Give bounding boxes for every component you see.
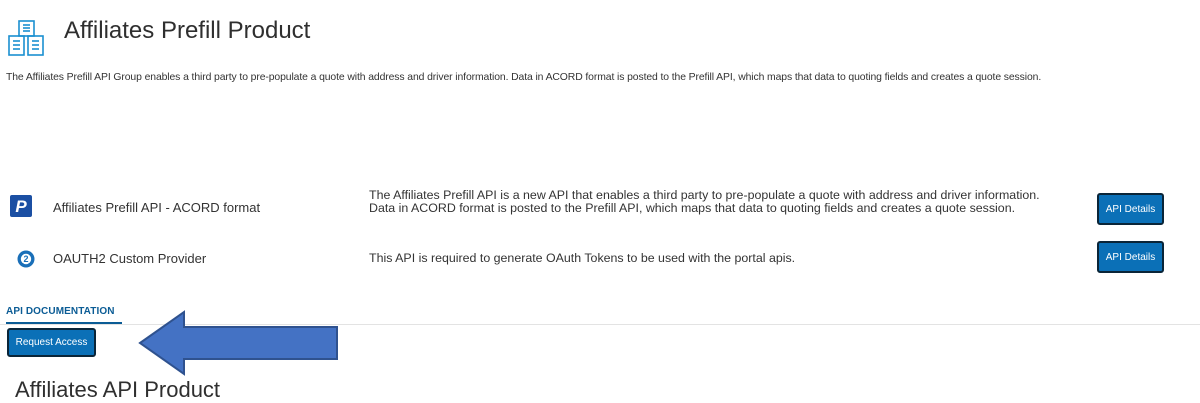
svg-text:P: P <box>15 197 27 216</box>
api-details-button[interactable]: API Details <box>1097 193 1164 225</box>
api-name[interactable]: OAUTH2 Custom Provider <box>53 251 206 266</box>
request-access-button[interactable]: Request Access <box>7 328 96 357</box>
product-description: The Affiliates Prefill API Group enables… <box>6 72 1042 83</box>
api-description: The Affiliates Prefill API is a new API … <box>369 188 1040 215</box>
page-title: Affiliates Prefill Product <box>64 17 311 44</box>
progressive-p-logo-icon: P <box>10 195 32 217</box>
oauth2-icon: 2 <box>17 250 35 268</box>
buildings-icon <box>8 20 44 56</box>
section-title: Affiliates API Product <box>15 377 221 402</box>
svg-text:2: 2 <box>23 254 28 264</box>
tab-api-documentation[interactable]: API DOCUMENTATION <box>6 306 115 317</box>
api-name[interactable]: Affiliates Prefill API - ACORD format <box>53 200 260 215</box>
api-description: This API is required to generate OAuth T… <box>369 251 796 265</box>
api-details-button[interactable]: API Details <box>1097 241 1164 273</box>
left-arrow-icon <box>138 310 338 376</box>
